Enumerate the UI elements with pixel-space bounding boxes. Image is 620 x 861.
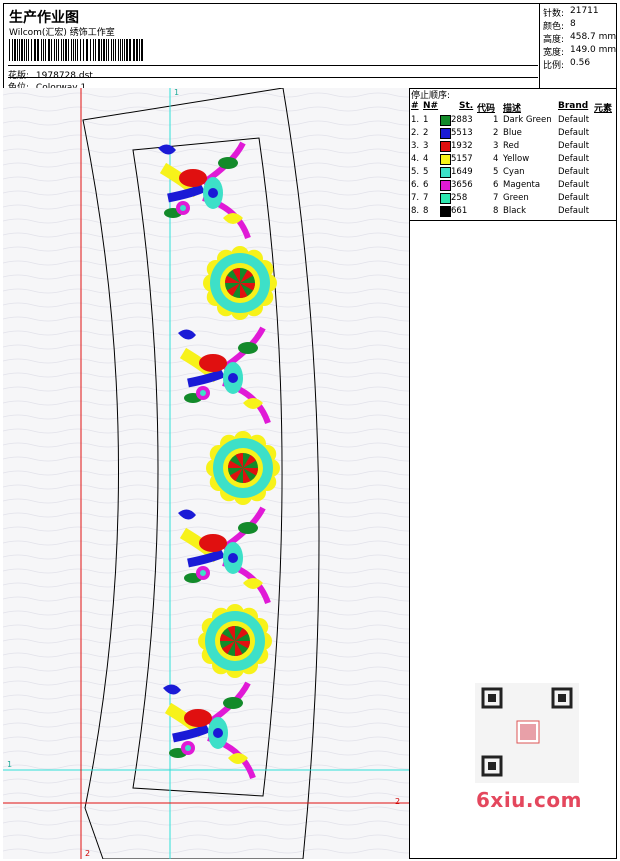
color-swatch [440,180,451,191]
row-num: 3. [411,141,420,151]
qr-code-icon [475,683,579,783]
row-brand: Default [558,167,590,177]
row-brand: Default [558,206,590,216]
table-row: 2. 2 5513 2 Blue Default [409,127,617,140]
design-preview[interactable]: 1 1 2 2 [3,88,410,859]
color-swatch [440,167,451,178]
table-row: 6. 6 3656 6 Magenta Default [409,179,617,192]
table-divider [409,220,617,221]
row-stitches: 258 [451,193,468,203]
row-code: 8 [493,206,499,216]
table-row: 7. 7 258 7 Green Default [409,192,617,205]
stat-scale: 比例: 0.56 [543,58,591,71]
color-swatch [440,115,451,126]
row-code: 1 [493,115,499,125]
studio-name: Wilcom(汇宏) 绣饰工作室 [9,28,115,38]
stat-colors: 颜色: 8 [543,19,576,32]
row-brand: Default [558,154,590,164]
row-desc: Red [503,141,520,151]
row-needle: 4 [423,154,429,164]
table-row: 3. 3 1932 3 Red Default [409,140,617,153]
col-header-desc: 描述 [503,104,522,114]
row-num: 6. [411,180,420,190]
col-header-code: 代码 [477,104,496,114]
row-stitches: 661 [451,206,468,216]
stop-sequence-title: 停止顺序: [411,91,451,101]
table-row: 1. 1 2883 1 Dark Green Default [409,114,617,127]
guide-label-v-red: 2 [85,849,90,858]
row-desc: Blue [503,128,522,138]
row-brand: Default [558,141,590,151]
guide-label-h-red: 2 [395,797,400,806]
row-brand: Default [558,180,590,190]
row-num: 1. [411,115,420,125]
col-header-no: N# [423,101,439,111]
color-swatch [440,141,451,152]
row-brand: Default [558,128,590,138]
guide-label-h-cyan: 1 [7,760,12,769]
col-header-stitches: St. [459,101,474,111]
color-swatch [440,206,451,217]
page-title: 生产作业图 [9,10,79,26]
col-header-brand: Brand [558,101,589,111]
row-code: 3 [493,141,499,151]
embroidery-design: 1 1 2 2 [3,88,409,859]
row-needle: 7 [423,193,429,203]
watermark-text: 6xiu.com [476,788,582,812]
row-num: 2. [411,128,420,138]
row-desc: Magenta [503,180,541,190]
row-num: 4. [411,154,420,164]
header-left: 生产作业图 Wilcom(汇宏) 绣饰工作室 花版: 1978728.dst 色… [3,3,540,93]
stat-stitches: 针数: 21711 [543,6,599,19]
stat-width: 宽度: 149.0 mm [543,45,617,58]
row-stitches: 1932 [451,141,473,151]
row-desc: Dark Green [503,115,552,125]
row-code: 2 [493,128,499,138]
row-brand: Default [558,115,590,125]
table-row: 5. 5 1649 5 Cyan Default [409,166,617,179]
row-code: 7 [493,193,499,203]
stat-height: 高度: 458.7 mm [543,32,617,45]
table-row: 8. 8 661 8 Black Default [409,205,617,218]
row-code: 6 [493,180,499,190]
row-code: 4 [493,154,499,164]
row-stitches: 3656 [451,180,473,190]
col-header-element: 元素 [594,104,613,114]
color-swatch [440,193,451,204]
row-code: 5 [493,167,499,177]
row-num: 7. [411,193,420,203]
row-stitches: 5513 [451,128,473,138]
table-row: 4. 4 5157 4 Yellow Default [409,153,617,166]
row-needle: 8 [423,206,429,216]
col-header-num: # [411,101,419,111]
color-swatch [440,128,451,139]
row-desc: Green [503,193,529,203]
row-stitches: 5157 [451,154,473,164]
row-desc: Cyan [503,167,525,177]
row-stitches: 2883 [451,115,473,125]
barcode-icon [9,39,143,61]
color-swatch [440,154,451,165]
guide-label-v-cyan: 1 [174,88,179,97]
row-num: 8. [411,206,420,216]
stats-box: 针数: 21711 颜色: 8 高度: 458.7 mm 宽度: 149.0 mm 比例… [539,3,617,89]
row-needle: 3 [423,141,429,151]
row-stitches: 1649 [451,167,473,177]
row-needle: 5 [423,167,429,177]
row-needle: 1 [423,115,429,125]
row-desc: Yellow [503,154,530,164]
row-num: 5. [411,167,420,177]
row-brand: Default [558,193,590,203]
row-desc: Black [503,206,526,216]
row-needle: 2 [423,128,429,138]
row-needle: 6 [423,180,429,190]
